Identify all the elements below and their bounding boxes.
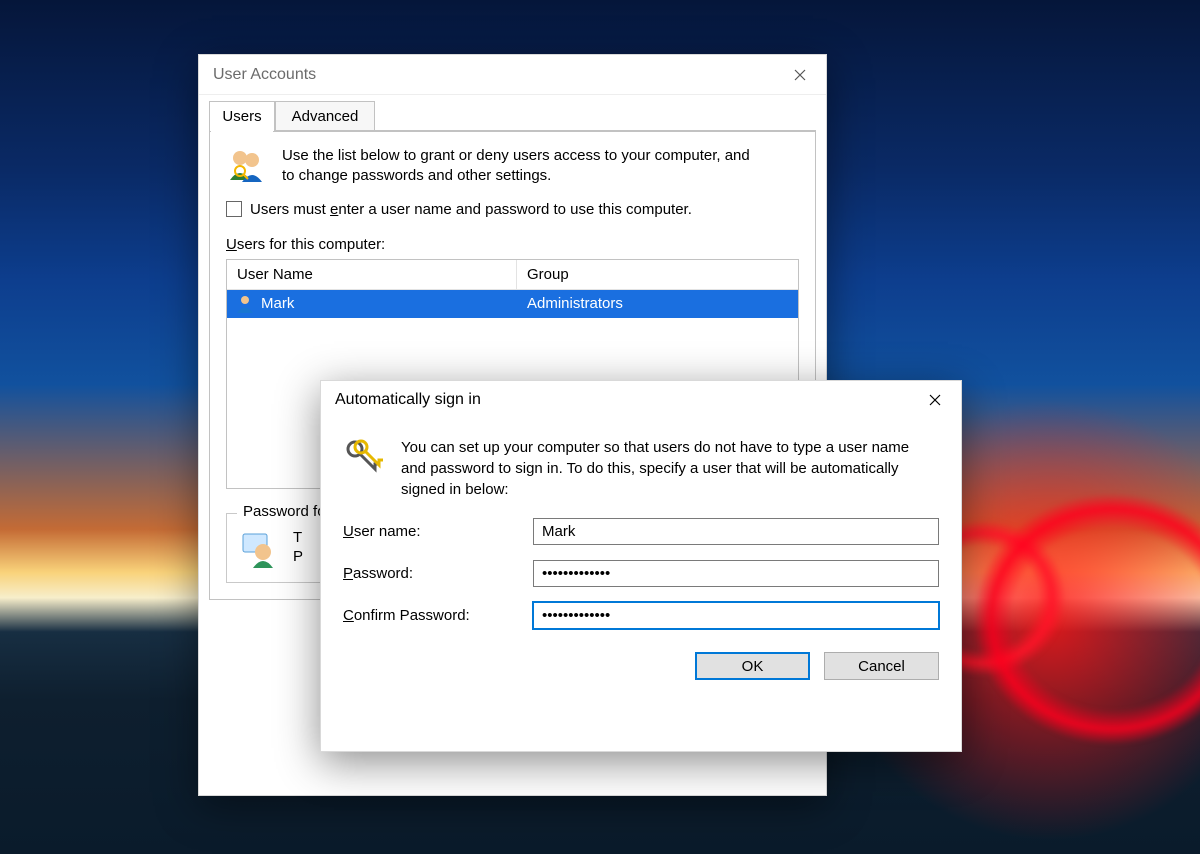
cancel-button[interactable]: Cancel — [824, 652, 939, 680]
col-group[interactable]: Group — [517, 260, 798, 289]
table-row[interactable]: Mark Administrators — [227, 290, 798, 318]
password-group-text: T P — [293, 528, 303, 567]
user-accounts-title: User Accounts — [213, 66, 316, 84]
auto-signin-titlebar[interactable]: Automatically sign in — [321, 381, 961, 419]
require-password-label: Users must enter a user name and passwor… — [250, 201, 692, 218]
row-user-name: Mark — [261, 295, 294, 312]
auto-signin-description: You can set up your computer so that use… — [401, 437, 921, 500]
auto-signin-buttons: OK Cancel — [321, 636, 961, 680]
user-row-icon — [235, 294, 255, 314]
users-table-header: User Name Group — [227, 260, 798, 290]
auto-signin-title: Automatically sign in — [335, 391, 481, 409]
users-description: Use the list below to grant or deny user… — [282, 146, 752, 187]
tab-advanced[interactable]: Advanced — [275, 101, 375, 131]
auto-signin-dialog: Automatically sign in You can set up you… — [320, 380, 962, 752]
close-icon — [794, 69, 806, 81]
close-button[interactable] — [774, 55, 826, 95]
users-list-label: Users for this computer: — [226, 236, 799, 253]
col-user-name[interactable]: User Name — [227, 260, 517, 289]
close-button[interactable] — [909, 380, 961, 420]
close-icon — [929, 394, 941, 406]
tabstrip: Users Advanced — [209, 101, 816, 131]
username-input[interactable] — [533, 518, 939, 545]
label-password: Password: — [343, 565, 533, 582]
confirm-password-input[interactable] — [533, 602, 939, 629]
ok-button[interactable]: OK — [695, 652, 810, 680]
label-confirm-password: Confirm Password: — [343, 607, 533, 624]
password-input[interactable] — [533, 560, 939, 587]
user-accounts-titlebar[interactable]: User Accounts — [199, 55, 826, 95]
auto-signin-form: User name: Password: Confirm Password: — [321, 500, 961, 636]
user-avatar-icon — [239, 528, 279, 568]
require-password-checkbox-row[interactable]: Users must enter a user name and passwor… — [226, 201, 799, 218]
desktop-background: User Accounts Users Advanced Use the lis… — [0, 0, 1200, 854]
keys-icon — [343, 437, 383, 477]
checkbox-icon[interactable] — [226, 201, 242, 217]
label-username: User name: — [343, 523, 533, 540]
password-group-legend: Password fo — [237, 503, 332, 520]
users-icon — [226, 146, 266, 186]
tab-users[interactable]: Users — [209, 101, 275, 131]
row-group: Administrators — [517, 295, 798, 312]
